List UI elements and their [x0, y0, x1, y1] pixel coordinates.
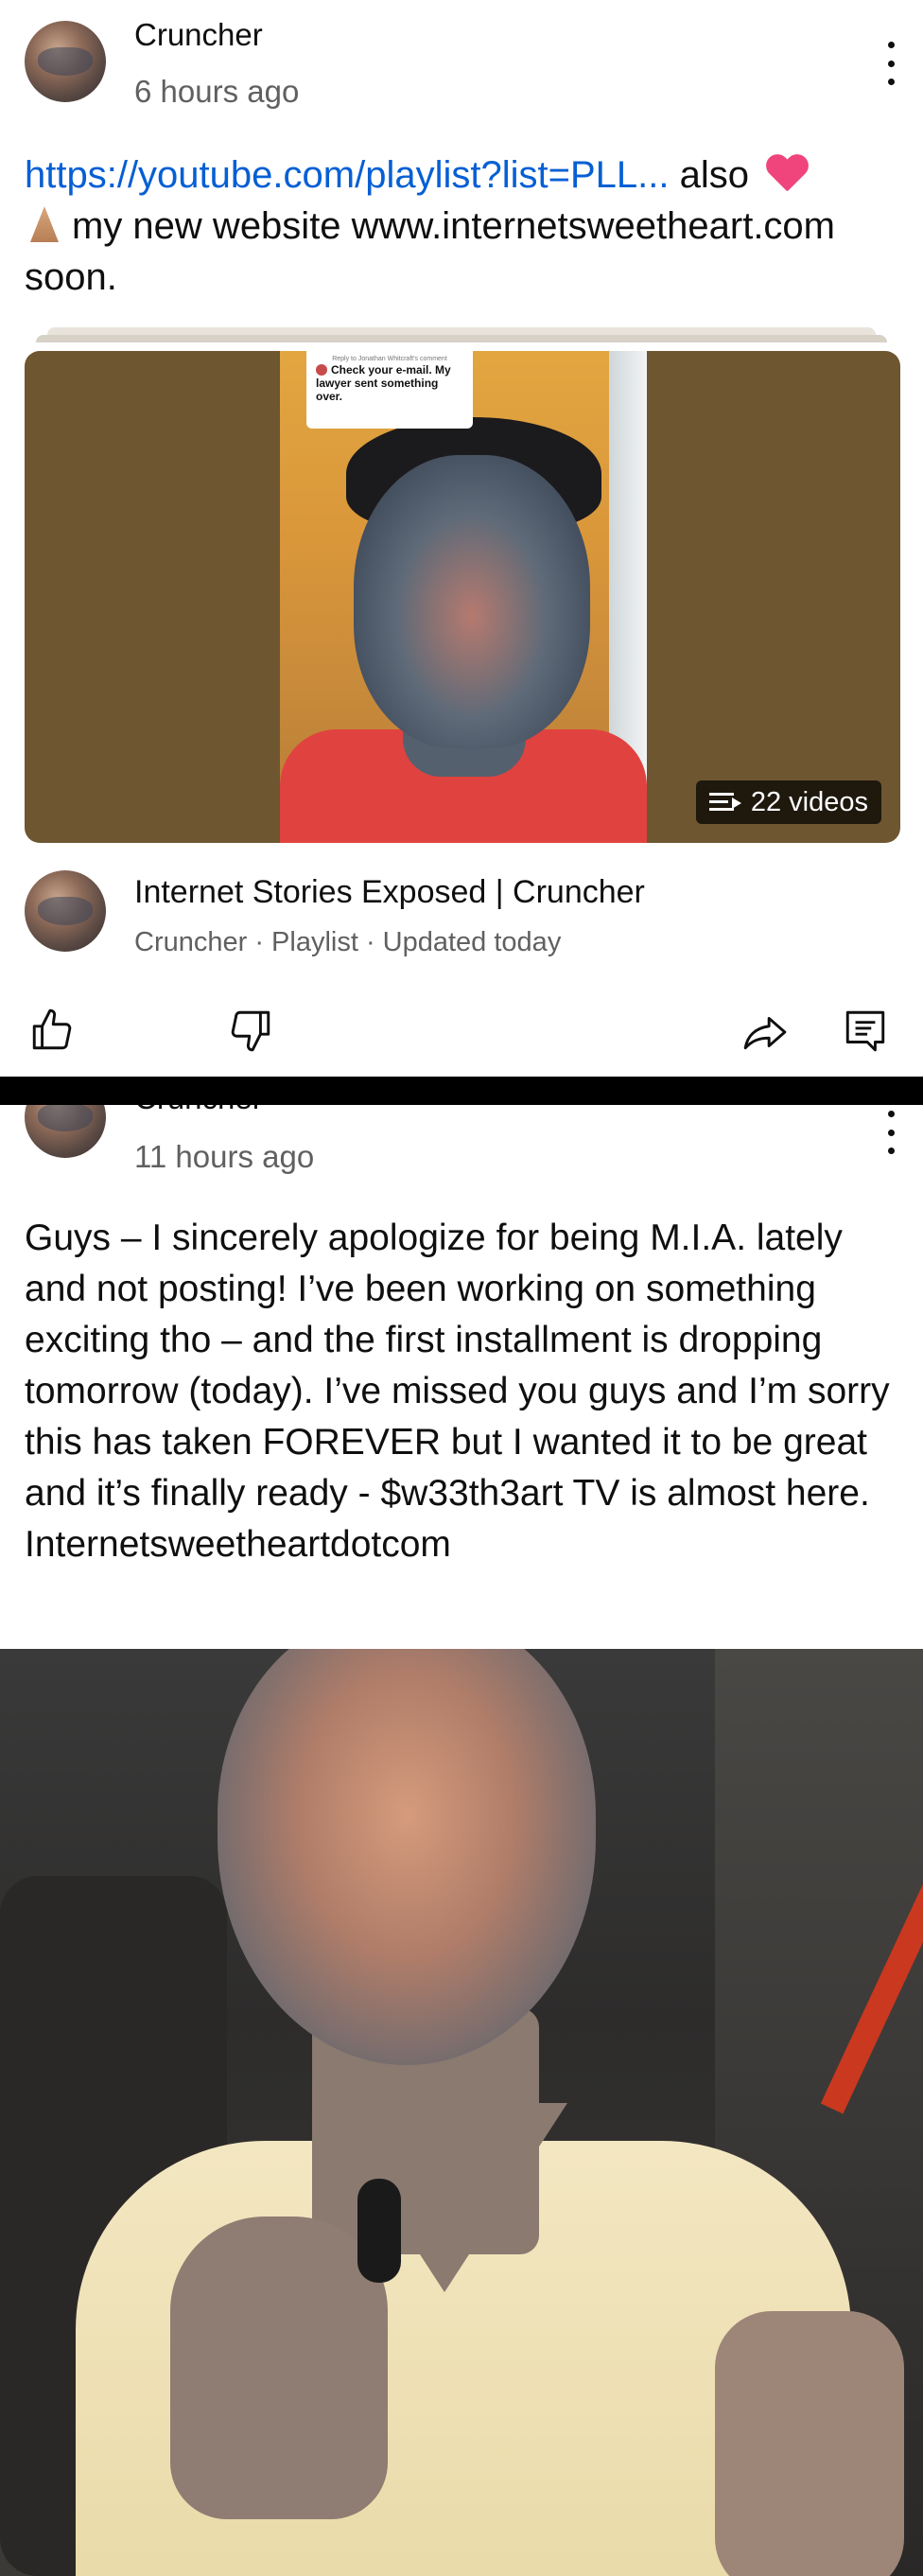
avatar-dot-icon — [316, 364, 327, 376]
screenshot-divider — [0, 1077, 923, 1105]
thumbs-up-icon — [32, 1008, 72, 1050]
playlist-channel-avatar[interactable] — [25, 870, 106, 952]
reply-sticker: Reply to Jonathan Whitcraft's comment Ch… — [306, 351, 473, 429]
author-name[interactable]: Cruncher — [134, 1105, 263, 1116]
playlist-icon — [708, 793, 741, 812]
more-options-icon[interactable] — [879, 42, 902, 85]
post-time: 6 hours ago — [134, 74, 300, 109]
playlist-stack-edge — [47, 327, 876, 335]
comments-button[interactable] — [842, 1007, 889, 1054]
post-time: 11 hours ago — [134, 1139, 315, 1174]
playlist-meta: Cruncher · Playlist · Updated today — [134, 927, 562, 957]
share-button[interactable] — [741, 1008, 789, 1056]
video-count-badge: 22 videos — [695, 780, 881, 824]
post-text: https://youtube.com/playlist?list=PLL...… — [25, 149, 904, 303]
comment-icon — [845, 1010, 885, 1052]
post-image[interactable] — [0, 1649, 923, 2576]
video-count: 22 videos — [750, 786, 868, 817]
thumbnail-face — [354, 455, 590, 748]
photo-arm — [715, 2311, 904, 2576]
playlist-link[interactable]: https://youtube.com/playlist?list=PLL... — [25, 154, 669, 196]
channel-avatar[interactable] — [25, 1105, 106, 1158]
thumbnail-image: Reply to Jonathan Whitcraft's comment Ch… — [280, 351, 647, 843]
post-text: Guys – I sincerely apologize for being M… — [25, 1218, 890, 1565]
reply-sticker-main: Check your e-mail. My lawyer sent someth… — [316, 363, 451, 403]
more-options-icon[interactable] — [879, 1111, 902, 1154]
share-icon — [743, 1016, 787, 1050]
folded-hands-emoji-icon — [25, 206, 64, 244]
community-post-2: Cruncher 11 hours ago Guys – I sincerely… — [0, 1105, 923, 2576]
like-button[interactable] — [28, 1007, 76, 1054]
playlist-title[interactable]: Internet Stories Exposed | Cruncher — [134, 874, 645, 911]
heart-emoji-icon — [765, 155, 809, 193]
community-post-1: Cruncher 6 hours ago https://youtube.com… — [0, 0, 923, 1077]
photo-face — [218, 1649, 596, 2065]
playlist-thumbnail[interactable]: Reply to Jonathan Whitcraft's comment Ch… — [25, 351, 900, 843]
reply-sticker-caption: Reply to Jonathan Whitcraft's comment — [332, 356, 447, 362]
post-text-website: my new website www.internetsweetheart.co… — [25, 205, 835, 298]
reply-sticker-text: Check your e-mail. My lawyer sent someth… — [316, 363, 463, 403]
dislike-button[interactable] — [227, 1007, 274, 1054]
photo-hand — [170, 2217, 388, 2519]
microphone — [357, 2179, 401, 2283]
author-name[interactable]: Cruncher — [134, 17, 263, 53]
playlist-stack-edge — [36, 335, 887, 342]
channel-avatar[interactable] — [25, 21, 106, 102]
post-text-also: also — [669, 154, 760, 196]
thumbs-down-icon — [231, 1010, 270, 1052]
